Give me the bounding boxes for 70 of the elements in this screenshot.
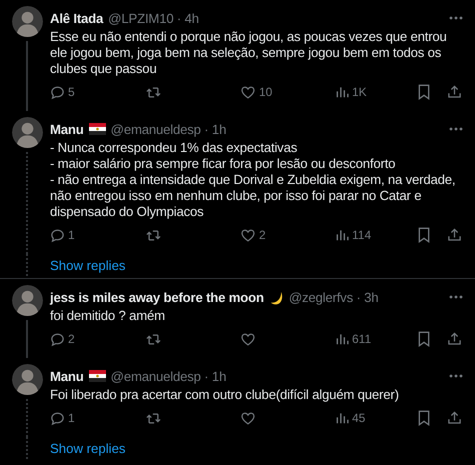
handle-and-time: @LPZIM10 · 4h bbox=[108, 10, 199, 26]
views-button[interactable]: 1K bbox=[335, 85, 367, 99]
bookmark-button[interactable] bbox=[417, 227, 431, 243]
share-icon bbox=[447, 410, 462, 426]
views-button[interactable]: 611 bbox=[335, 332, 372, 346]
more-icon[interactable] bbox=[449, 127, 463, 131]
share-icon bbox=[447, 331, 462, 347]
reply-icon bbox=[50, 228, 65, 242]
bookmark-button[interactable] bbox=[417, 410, 431, 426]
heart-icon bbox=[240, 84, 256, 100]
like-button[interactable]: 10 bbox=[240, 84, 272, 100]
share-button[interactable] bbox=[447, 227, 462, 243]
views-icon bbox=[335, 332, 349, 346]
repost-button[interactable] bbox=[145, 228, 162, 242]
like-button[interactable] bbox=[240, 410, 256, 426]
share-icon bbox=[447, 227, 462, 243]
show-replies-link[interactable]: Show replies bbox=[50, 440, 126, 456]
like-button[interactable]: 2 bbox=[240, 228, 266, 242]
bookmark-button[interactable] bbox=[417, 84, 431, 100]
user-name[interactable]: Alê Itada bbox=[50, 10, 104, 26]
handle-and-time: @zeglerfvs · 3h bbox=[288, 290, 378, 304]
reply-button[interactable]: 1 bbox=[50, 228, 75, 242]
reply-text: Foi liberado pra acertar com outro clube(difícil alguém querer) bbox=[50, 387, 400, 403]
like-button[interactable] bbox=[240, 332, 256, 346]
heart-icon bbox=[240, 228, 256, 242]
more-icon[interactable] bbox=[449, 16, 463, 20]
handle-and-time: @emanueldesp · 1h bbox=[110, 368, 226, 384]
heart-icon bbox=[240, 332, 256, 346]
show-replies-link[interactable]: Show replies bbox=[50, 258, 126, 272]
reply-icon bbox=[50, 332, 65, 346]
bookmark-icon bbox=[417, 84, 431, 100]
share-icon bbox=[447, 84, 462, 100]
bookmark-icon bbox=[417, 331, 431, 347]
user-name[interactable]: Manu bbox=[50, 122, 84, 136]
avatar[interactable] bbox=[12, 6, 42, 37]
repost-button[interactable] bbox=[145, 84, 162, 100]
repost-icon bbox=[145, 228, 162, 242]
views-button[interactable]: 114 bbox=[335, 228, 372, 242]
repost-icon bbox=[145, 332, 162, 346]
avatar[interactable] bbox=[12, 364, 42, 395]
reply-text: foi demitido ? amém bbox=[50, 308, 166, 324]
views-icon bbox=[335, 228, 349, 242]
reply-icon bbox=[50, 410, 65, 426]
bookmark-button[interactable] bbox=[417, 331, 431, 347]
reply-text: Esse eu não entendi o porque não jogou, as poucas vezes que entrou ele jogou bem, joga bem na seleção, sempre jogou bem em todos os clubes que passou bbox=[50, 29, 448, 77]
share-button[interactable] bbox=[447, 84, 462, 100]
share-button[interactable] bbox=[447, 331, 462, 347]
share-button[interactable] bbox=[447, 410, 462, 426]
user-name[interactable]: jess is miles away before the moon bbox=[50, 290, 264, 304]
repost-icon bbox=[145, 410, 162, 426]
more-icon[interactable] bbox=[449, 295, 463, 299]
reply-text: - Nunca correspondeu 1% das expectativas - maior salário pra sempre ficar fora por lesão ou desconforto - não entrega a intensidade que Dorival e Zubeldia exigem, na verdade, não entregou isso em nenhum clube, por isso foi parar no Catar e dispensado do Olympiacos bbox=[50, 140, 456, 220]
user-name[interactable]: Manu bbox=[50, 368, 84, 384]
avatar[interactable] bbox=[12, 117, 42, 148]
reply-icon bbox=[50, 84, 65, 100]
reply-button[interactable]: 5 bbox=[50, 84, 75, 100]
repost-button[interactable] bbox=[145, 332, 162, 346]
heart-icon bbox=[240, 410, 256, 426]
views-icon bbox=[335, 85, 349, 99]
bookmark-icon bbox=[417, 227, 431, 243]
views-button[interactable]: 45 bbox=[335, 411, 366, 425]
repost-icon bbox=[145, 84, 162, 100]
handle-and-time: @emanueldesp · 1h bbox=[110, 122, 226, 136]
more-icon[interactable] bbox=[449, 374, 463, 378]
reply-button[interactable]: 2 bbox=[50, 332, 75, 346]
repost-button[interactable] bbox=[145, 410, 162, 426]
reply-button[interactable]: 1 bbox=[50, 410, 75, 426]
views-icon bbox=[335, 411, 349, 425]
avatar[interactable] bbox=[12, 285, 42, 316]
bookmark-icon bbox=[417, 410, 431, 426]
